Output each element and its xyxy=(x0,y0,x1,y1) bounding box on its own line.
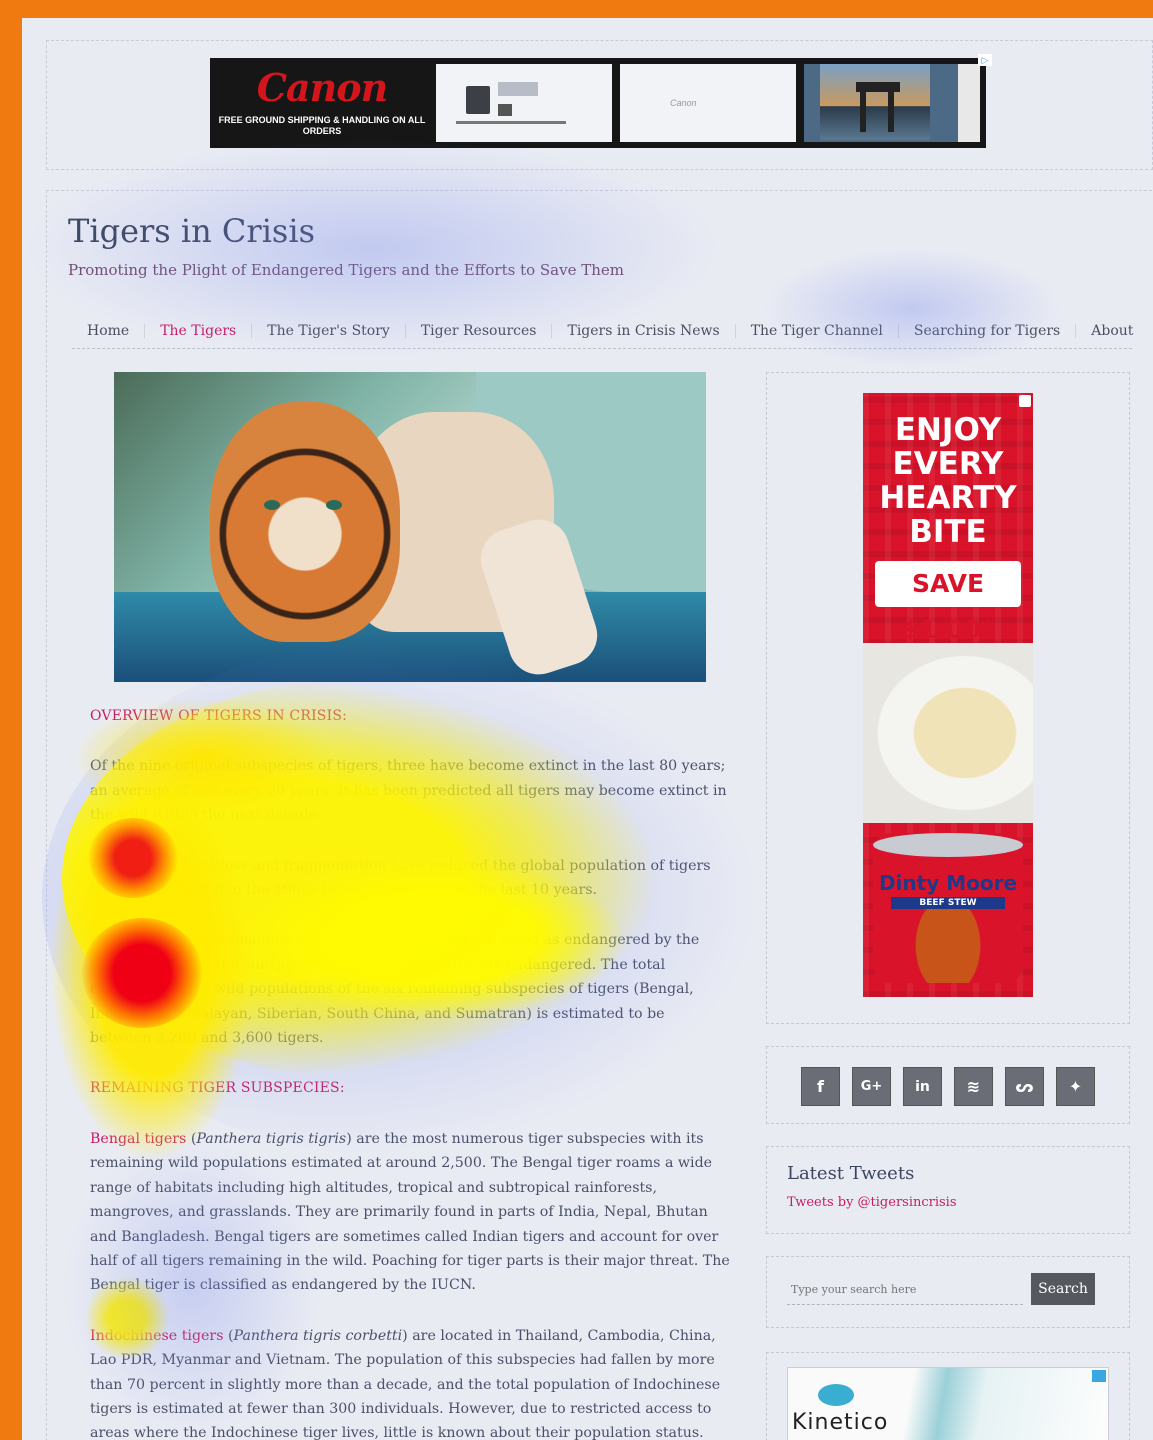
pier-photo xyxy=(860,92,866,132)
twitter-icon[interactable]: ✦ xyxy=(1056,1067,1095,1106)
divider xyxy=(456,121,566,124)
adchoices-icon[interactable] xyxy=(1092,1370,1106,1382)
nav-item-tigers-in-crisis-news[interactable]: Tigers in Crisis News xyxy=(551,324,734,338)
google-plus-icon[interactable]: G+ xyxy=(852,1067,891,1106)
pier-photo xyxy=(820,64,930,140)
stumbleupon-icon[interactable]: ᔕ xyxy=(1005,1067,1044,1106)
site-title[interactable]: Tigers in Crisis xyxy=(68,212,315,250)
nav-item-about[interactable]: About xyxy=(1075,324,1148,338)
rss-icon[interactable]: ≋ xyxy=(954,1067,993,1106)
linkedin-icon[interactable]: in xyxy=(903,1067,942,1106)
stew-bowl-image xyxy=(863,643,1033,823)
pier-photo xyxy=(888,92,894,132)
article-body: OVERVIEW OF TIGERS IN CRISIS: Of the nin… xyxy=(90,704,730,1440)
adchoices-icon[interactable] xyxy=(1019,395,1031,407)
article-paragraph: Of the nine original subspecies of tiger… xyxy=(90,758,727,824)
tiger-photo xyxy=(326,500,342,510)
ad-side-strip xyxy=(958,64,980,142)
nav-item-home[interactable]: Home xyxy=(72,324,144,338)
stew-can-image: Dinty Moore BEEF STEW xyxy=(873,833,1023,983)
article-paragraph: Poaching, habitat loss and fragmentation… xyxy=(90,857,711,899)
nav-item-tiger-resources[interactable]: Tiger Resources xyxy=(404,324,552,338)
canon-logo: Canon xyxy=(256,65,388,111)
ad-product-panel-pier[interactable] xyxy=(804,64,980,142)
ad-product-panel-camera[interactable] xyxy=(436,64,612,142)
ad-brand: Dinty Moore BEEF STEW xyxy=(873,873,1023,909)
search-input[interactable] xyxy=(787,1275,1023,1305)
canon-ad-logo-block[interactable]: Canon FREE GROUND SHIPPING & HANDLING ON… xyxy=(216,64,428,142)
indochinese-text: are located in Thailand, Cambodia, China… xyxy=(90,1327,721,1440)
kinetico-logo-mark xyxy=(818,1384,854,1406)
adchoices-icon[interactable]: ▷ xyxy=(978,54,992,66)
page: Canon FREE GROUND SHIPPING & HANDLING ON… xyxy=(22,18,1153,1440)
kinetico-logo: Kinetico xyxy=(792,1410,889,1435)
ad-headline: ENJOY EVERY HEARTY BITE xyxy=(879,412,1017,550)
canon-offer-text: FREE GROUND SHIPPING & HANDLING ON ALL O… xyxy=(218,115,426,136)
ad-product-panel-blank[interactable]: Canon xyxy=(620,64,796,142)
latin-name: Panthera tigris tigris xyxy=(196,1130,347,1147)
search-button[interactable]: Search xyxy=(1031,1273,1095,1305)
ad-small-logo: Canon xyxy=(670,98,697,108)
tiger-photo xyxy=(210,402,400,642)
latin-name: Panthera tigris corbetti xyxy=(233,1327,403,1344)
camera-image xyxy=(498,82,538,96)
site-tagline: Promoting the Plight of Endangered Tiger… xyxy=(68,261,625,279)
facebook-icon[interactable]: f xyxy=(801,1067,840,1106)
bengal-tigers-link[interactable]: Bengal tigers xyxy=(90,1131,186,1147)
search-widget: Search xyxy=(766,1256,1130,1328)
sidebar-ad-container-2: Kinetico xyxy=(766,1352,1130,1440)
ad-brand-name: Dinty Moore xyxy=(878,871,1018,895)
social-links-widget: f G+ in ≋ ᔕ ✦ xyxy=(766,1046,1130,1124)
nav-item-searching-for-tigers[interactable]: Searching for Tigers xyxy=(897,324,1075,338)
dinty-moore-ad[interactable]: ENJOY EVERY HEARTY BITE SAVE $1.00* Dint… xyxy=(863,393,1033,997)
ad-save-button[interactable]: SAVE $1.00* xyxy=(875,561,1021,644)
indochinese-tigers-link[interactable]: Indochinese tigers xyxy=(90,1328,224,1344)
widget-title: Latest Tweets xyxy=(787,1163,915,1184)
nav-item-tigers-story[interactable]: The Tiger's Story xyxy=(251,324,405,338)
camera-image xyxy=(498,104,512,116)
nav-item-tiger-channel[interactable]: The Tiger Channel xyxy=(734,324,898,338)
kinetico-ad[interactable]: Kinetico xyxy=(787,1367,1109,1440)
nav-item-the-tigers[interactable]: The Tigers xyxy=(144,324,251,338)
pier-photo xyxy=(856,82,900,92)
social-icons: f G+ in ≋ ᔕ ✦ xyxy=(801,1067,1095,1106)
ad-product-name: BEEF STEW xyxy=(891,897,1005,909)
canon-banner-ad[interactable]: Canon FREE GROUND SHIPPING & HANDLING ON… xyxy=(210,54,992,148)
main-nav: Home The Tigers The Tiger's Story Tiger … xyxy=(72,314,1133,349)
tiger-hero-image xyxy=(114,372,706,682)
article-paragraph: Of the four of the remaining subspecies … xyxy=(90,932,700,1047)
latest-tweets-widget: Latest Tweets Tweets by @tigersincrisis xyxy=(766,1146,1130,1234)
section-heading-overview: OVERVIEW OF TIGERS IN CRISIS: xyxy=(90,708,348,724)
can-lid xyxy=(873,833,1023,857)
bengal-text: are the most numerous tiger subspecies w… xyxy=(90,1130,730,1294)
tiger-photo xyxy=(264,500,280,510)
section-heading-subspecies: REMAINING TIGER SUBSPECIES: xyxy=(90,1080,345,1097)
camera-image xyxy=(466,86,490,114)
article-paragraph-indochinese: Indochinese tigers (Panthera tigris corb… xyxy=(90,1327,721,1440)
tweets-link[interactable]: Tweets by @tigersincrisis xyxy=(787,1195,957,1210)
sidebar-ad-container: ENJOY EVERY HEARTY BITE SAVE $1.00* Dint… xyxy=(766,372,1130,1024)
article-paragraph-bengal: Bengal tigers (Panthera tigris tigris) a… xyxy=(90,1130,730,1294)
